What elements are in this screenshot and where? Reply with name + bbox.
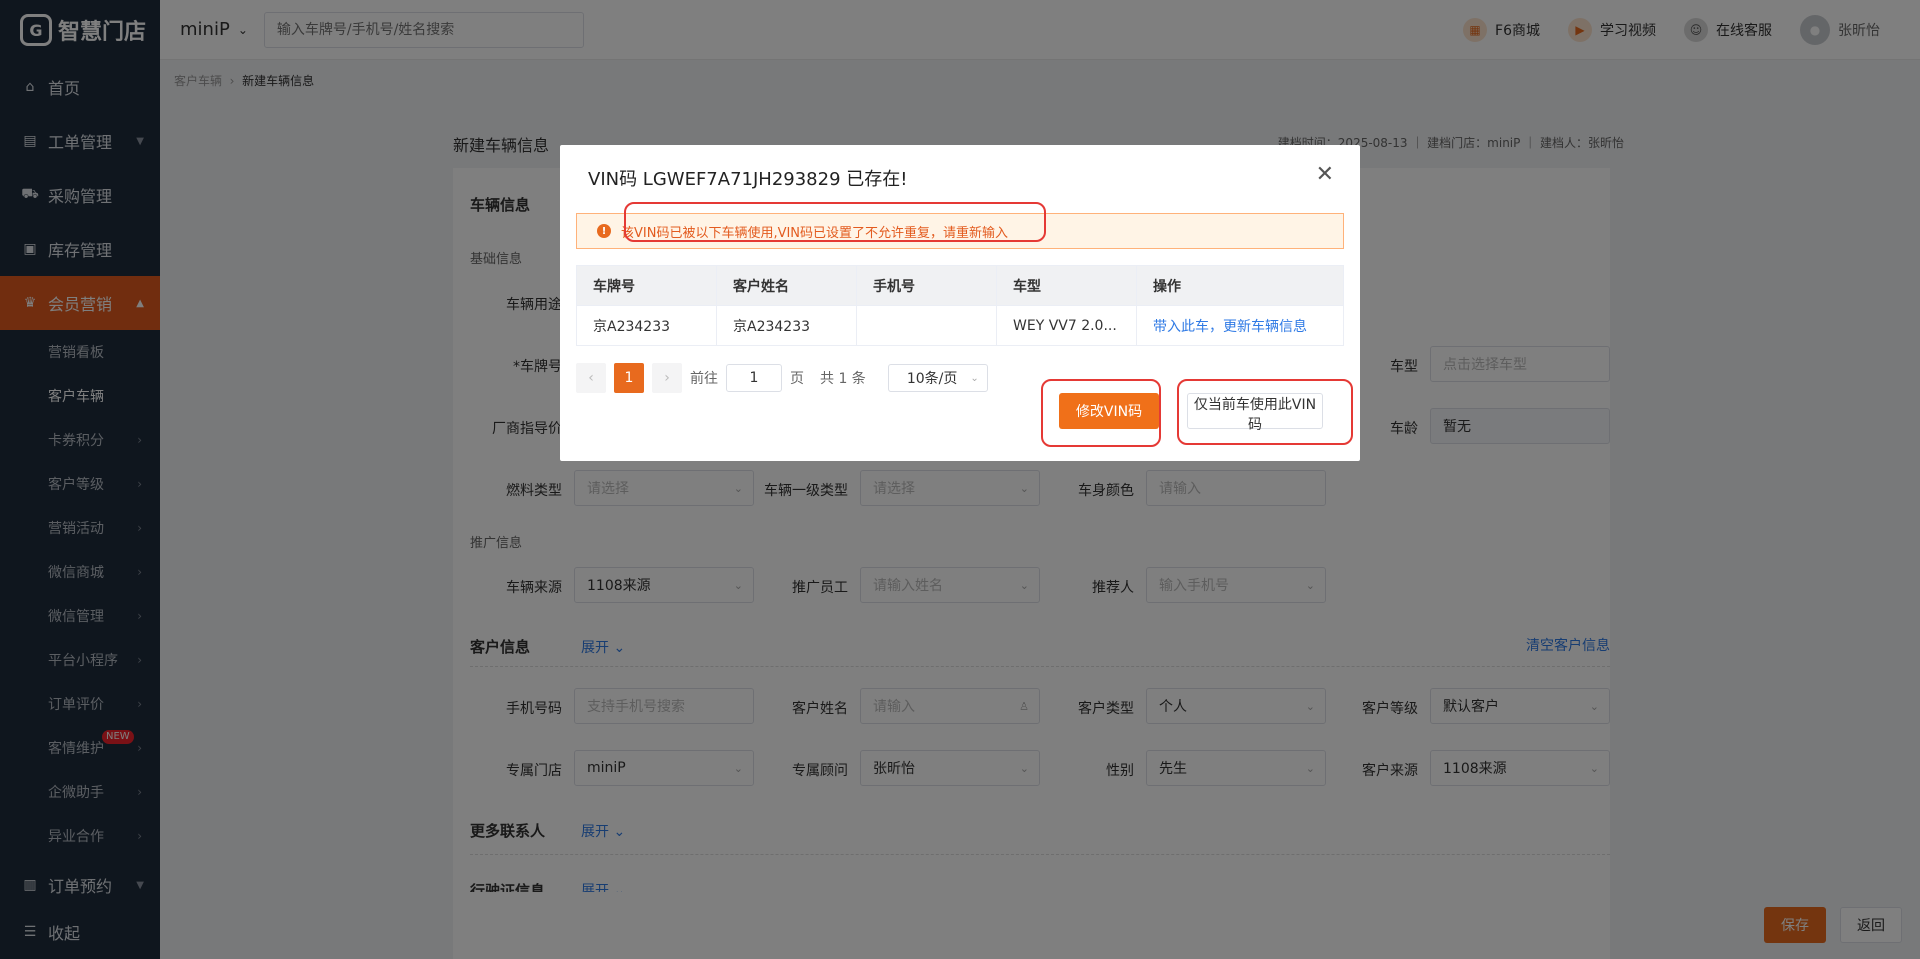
- cell-plate: 京A234233: [576, 305, 717, 346]
- total-count: 共 1 条: [820, 371, 866, 387]
- goto-page-input[interactable]: 1: [726, 364, 782, 392]
- modal-mask[interactable]: [0, 0, 1920, 959]
- next-page-icon[interactable]: ›: [652, 363, 682, 393]
- highlight-outline: [624, 202, 1046, 242]
- bring-vehicle-link[interactable]: 带入此车，更新车辆信息: [1136, 305, 1344, 346]
- cell-name: 京A234233: [716, 305, 857, 346]
- pagination: ‹ 1 › 前往 1 页 共 1 条 10条/页 ⌄: [576, 363, 988, 393]
- conflict-table: 车牌号 客户姓名 手机号 车型 操作 京A234233 京A234233 WEY…: [576, 265, 1344, 346]
- table-header: 车牌号 客户姓名 手机号 车型 操作: [576, 265, 1344, 306]
- close-icon[interactable]: ✕: [1316, 161, 1334, 187]
- col-phone: 手机号: [856, 265, 997, 306]
- page-number[interactable]: 1: [614, 363, 644, 393]
- col-plate: 车牌号: [576, 265, 717, 306]
- cell-phone: [856, 305, 997, 346]
- page-unit: 页: [790, 371, 804, 387]
- col-name: 客户姓名: [716, 265, 857, 306]
- col-model: 车型: [996, 265, 1137, 306]
- prev-page-icon[interactable]: ‹: [576, 363, 606, 393]
- highlight-outline: [1177, 379, 1353, 445]
- table-row: 京A234233 京A234233 WEY VV7 2.0... 带入此车，更新…: [576, 305, 1344, 346]
- warning-icon: !: [597, 224, 611, 238]
- dialog-title: VIN码 LGWEF7A71JH293829 已存在!: [588, 169, 908, 190]
- col-action: 操作: [1136, 265, 1344, 306]
- cell-model: WEY VV7 2.0...: [996, 305, 1137, 346]
- chevron-down-icon: ⌄: [970, 372, 979, 384]
- page-size-value: 10条/页: [906, 371, 958, 387]
- goto-label: 前往: [690, 371, 718, 387]
- highlight-outline: [1041, 379, 1161, 447]
- page-size-select[interactable]: 10条/页 ⌄: [887, 364, 988, 392]
